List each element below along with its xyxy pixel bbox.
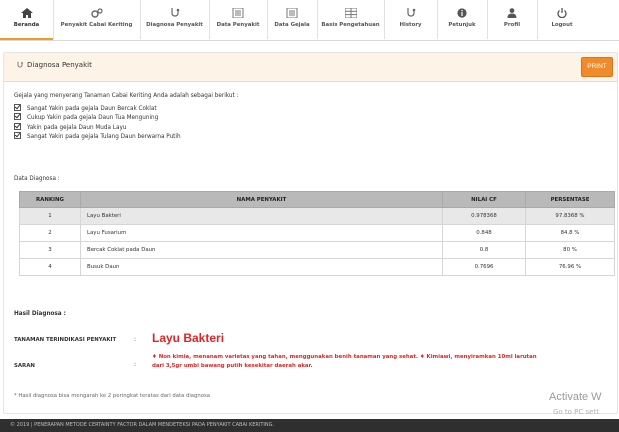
info-icon: [457, 8, 467, 18]
checkbox-icon: [14, 122, 21, 130]
symptom-list: Sangat Yakin pada gejala Daun Bercak Cok…: [14, 104, 181, 142]
advice-line: dari 3,5gr umbi bawang putih kesekitar d…: [152, 363, 313, 369]
symptom-item: Cukup Yakin pada gejala Daun Tua Menguni…: [14, 113, 181, 122]
gears-icon: [90, 8, 103, 18]
disease-name: Layu Bakteri: [152, 331, 225, 345]
nav-item-penyakit-cabai[interactable]: Penyakit Cabai Keriting: [53, 0, 141, 39]
activation-watermark-sub: Go to PC sett: [553, 408, 599, 416]
table-row: 3 Bercak Coklat pada Daun 0.8 80 %: [19, 241, 615, 259]
nav-label: Penyakit Cabai Keriting: [60, 22, 133, 28]
symptom-item: Sangat Yakin pada gejala Tulang Daun ber…: [14, 132, 181, 141]
cell-penyakit: Layu Fusarium: [80, 224, 443, 242]
col-nama-penyakit: NAMA PENYAKIT: [80, 191, 443, 208]
table-row: 4 Busuk Daun 0.7696 76.96 %: [19, 258, 615, 276]
table-header-row: RANKING NAMA PENYAKIT NILAI CF PERSENTAS…: [19, 191, 615, 208]
footer-text: © 2019 | PENERAPAN METODE CERTAINTY FACT…: [10, 422, 275, 428]
diagnosis-table: RANKING NAMA PENYAKIT NILAI CF PERSENTAS…: [19, 191, 615, 276]
col-ranking: RANKING: [19, 191, 81, 208]
table-row: 2 Layu Fusarium 0.848 84.8 %: [19, 224, 615, 242]
home-icon: [20, 8, 33, 18]
nav-label: Profil: [503, 22, 521, 28]
panel-title: Diagnosa Penyakit: [16, 61, 92, 69]
data-diagnosa-label: Data Diagnosa :: [14, 176, 60, 182]
nav-item-data-gejala[interactable]: Data Gejala: [267, 0, 318, 39]
advice-line: ♦ Non kimia, menanam varietas yang tahan…: [152, 354, 537, 360]
nav-item-data-penyakit[interactable]: Data Penyakit: [209, 0, 268, 39]
checkbox-icon: [14, 104, 21, 111]
cell-cf: 0.978368: [442, 207, 526, 225]
nav-item-petunjuk[interactable]: Petunjuk: [437, 0, 488, 39]
nav-item-logout[interactable]: Logout: [537, 0, 587, 39]
diagnosis-note: * Hasil diagnosa bisa mengarah ke 2 peri…: [14, 393, 211, 399]
cell-persen: 80 %: [525, 241, 615, 259]
cell-persen: 97.8368 %: [525, 207, 615, 225]
panel-title-text: Diagnosa Penyakit: [27, 61, 92, 69]
disease-label: TANAMAN TERINDIKASI PENYAKIT: [14, 337, 117, 343]
symptom-text: Cukup Yakin pada gejala Daun Tua Menguni…: [27, 115, 159, 122]
nav-item-diagnosa[interactable]: Diagnosa Penyakit: [140, 0, 210, 39]
nav-item-profil[interactable]: Profil: [487, 0, 538, 39]
stethoscope-icon: [406, 8, 415, 17]
cell-ranking: 2: [19, 224, 81, 242]
nav-label: Diagnosa Penyakit: [146, 22, 203, 28]
print-button[interactable]: PRINT: [581, 57, 613, 77]
nav-item-basis-pengetahuan[interactable]: Basis Pengetahuan: [317, 0, 385, 39]
nav-item-beranda[interactable]: Beranda: [0, 0, 54, 40]
cell-cf: 0.8: [442, 241, 526, 259]
table-row: 1 Layu Bakteri 0.978368 97.8368 %: [19, 207, 615, 225]
symptom-text: Yakin pada gejala Daun Muda Layu: [27, 124, 127, 131]
table-icon: [344, 8, 357, 18]
cell-penyakit: Busuk Daun: [80, 258, 443, 276]
checkbox-icon: [14, 113, 21, 121]
power-icon: [557, 8, 567, 18]
cell-cf: 0.7696: [442, 258, 526, 276]
hasil-diagnosa-label: Hasil Diagnosa :: [14, 311, 66, 317]
cell-ranking: 4: [19, 258, 81, 276]
cell-penyakit: Layu Bakteri: [80, 207, 443, 225]
nav-label: Data Gejala: [274, 22, 310, 28]
cell-penyakit: Bercak Coklat pada Daun: [80, 241, 443, 259]
symptom-text: Sangat Yakin pada gejala Daun Bercak Cok…: [27, 106, 157, 112]
symptom-item: Sangat Yakin pada gejala Daun Bercak Cok…: [14, 104, 181, 113]
nav-label: Data Penyakit: [216, 22, 260, 28]
checkbox-icon: [14, 132, 21, 140]
advice-label: SARAN: [14, 363, 35, 369]
intro-text: Gejala yang menyerang Tanaman Cabai Keri…: [14, 93, 239, 99]
cell-ranking: 1: [19, 207, 81, 225]
cell-cf: 0.848: [442, 224, 526, 242]
cell-persen: 84.8 %: [525, 224, 615, 242]
cell-persen: 76.96 %: [525, 258, 615, 276]
stethoscope-icon: [17, 61, 23, 68]
stethoscope-icon: [170, 8, 179, 17]
user-icon: [507, 8, 517, 18]
nav-label: Logout: [551, 22, 573, 28]
symptom-item: Yakin pada gejala Daun Muda Layu: [14, 122, 181, 132]
nav-label: History: [399, 22, 422, 28]
nav-item-history[interactable]: History: [384, 0, 438, 39]
activation-watermark: Activate W: [549, 391, 602, 403]
advice-text: ♦ Non kimia, menanam varietas yang tahan…: [152, 353, 562, 371]
col-persentase: PERSENTASE: [525, 191, 615, 208]
col-nilai-cf: NILAI CF: [442, 191, 526, 208]
colon: :: [134, 361, 137, 368]
symptom-text: Sangat Yakin pada gejala Tulang Daun ber…: [27, 134, 181, 141]
panel-header: Diagnosa Penyakit PRINT: [4, 53, 617, 82]
nav-label: Petunjuk: [448, 22, 476, 28]
footer: © 2019 | PENERAPAN METODE CERTAINTY FACT…: [0, 419, 619, 432]
list-icon: [232, 8, 244, 18]
colon: :: [134, 336, 137, 343]
list-icon: [286, 8, 298, 18]
nav-label: Beranda: [13, 22, 40, 28]
top-navigation: Beranda Penyakit Cabai Keriting Diagnosa…: [0, 0, 619, 41]
cell-ranking: 3: [19, 241, 81, 259]
nav-label: Basis Pengetahuan: [321, 22, 380, 28]
